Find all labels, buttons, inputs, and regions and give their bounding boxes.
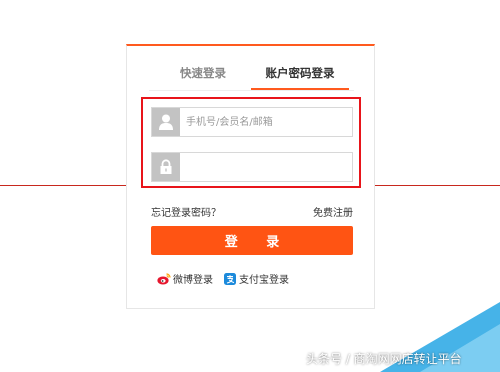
alipay-login-link[interactable]: 支付宝登录	[223, 272, 289, 288]
highlight-box	[141, 97, 361, 188]
weibo-icon	[157, 273, 171, 285]
tabs-divider	[149, 90, 354, 91]
forgot-password-link[interactable]: 忘记登录密码？	[151, 204, 221, 219]
watermark: 头条号 / 商淘网网店转让平台	[306, 352, 462, 366]
alipay-icon	[224, 273, 236, 285]
tab-quick-login[interactable]: 快速登录	[163, 60, 243, 90]
weibo-login-label: 微博登录	[173, 275, 213, 286]
login-button[interactable]: 登 录	[151, 226, 353, 255]
weibo-login-link[interactable]: 微博登录	[157, 272, 213, 288]
link-row: 忘记登录密码？ 免费注册	[151, 204, 353, 220]
login-panel: 快速登录 账户密码登录 忘记登录密码？ 免费注册 登 录	[126, 44, 375, 309]
login-tabs: 快速登录 账户密码登录	[127, 60, 374, 90]
register-link[interactable]: 免费注册	[313, 204, 353, 219]
tab-account-password-login[interactable]: 账户密码登录	[251, 60, 349, 90]
alipay-login-label: 支付宝登录	[239, 275, 289, 286]
